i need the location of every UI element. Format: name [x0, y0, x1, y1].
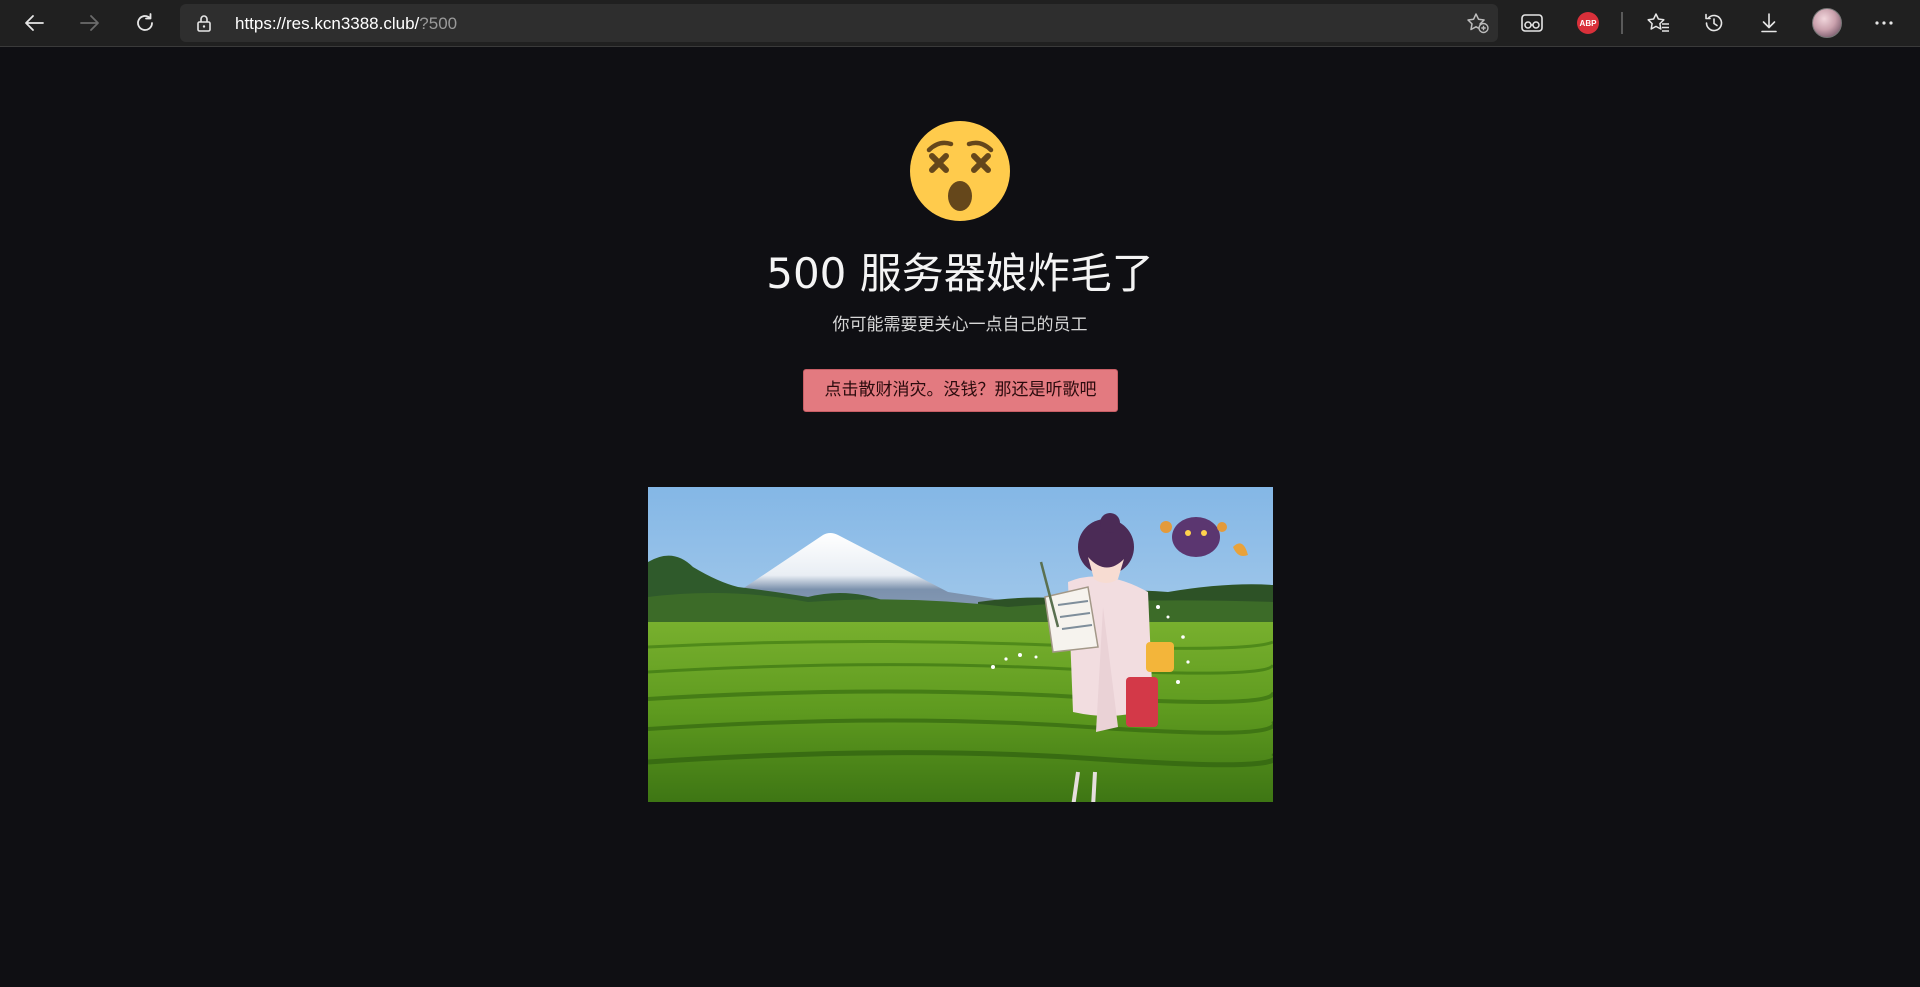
- address-bar[interactable]: https://res.kcn3388.club/?500: [180, 4, 1498, 42]
- url-text[interactable]: https://res.kcn3388.club/?500: [235, 14, 457, 33]
- profile-button[interactable]: [1809, 5, 1845, 41]
- profile-avatar: [1812, 8, 1842, 38]
- donate-music-button[interactable]: 点击散财消灾。没钱？那还是听歌吧: [803, 369, 1118, 412]
- error-subtitle: 你可能需要更关心一点自己的员工: [832, 315, 1088, 335]
- favorites-icon: [1647, 13, 1669, 32]
- favorites-button[interactable]: [1641, 5, 1677, 41]
- dizzy-face-icon: [909, 120, 1011, 226]
- back-icon: [25, 15, 44, 31]
- error-illustration: [648, 487, 1273, 802]
- url-host: https://res.kcn3388.club/: [235, 14, 420, 33]
- adblock-icon: ABP: [1577, 12, 1599, 34]
- lock-icon[interactable]: [196, 14, 212, 32]
- download-icon: [1761, 13, 1777, 33]
- forward-icon: [80, 15, 99, 31]
- immersive-reader-button[interactable]: [1514, 5, 1550, 41]
- browser-toolbar: https://res.kcn3388.club/?500 ABP: [0, 0, 1920, 47]
- more-icon: [1875, 21, 1893, 25]
- add-favorite-icon: [1467, 13, 1489, 34]
- immersive-reader-icon: [1521, 14, 1543, 32]
- back-button[interactable]: [17, 5, 53, 41]
- toolbar-divider: [1621, 12, 1623, 34]
- refresh-button[interactable]: [127, 5, 163, 41]
- error-title: 500 服务器娘炸毛了: [766, 249, 1154, 298]
- history-icon: [1705, 13, 1723, 32]
- add-favorite-button[interactable]: [1466, 12, 1490, 38]
- downloads-button[interactable]: [1751, 5, 1787, 41]
- refresh-icon: [137, 13, 153, 31]
- forward-button[interactable]: [71, 5, 107, 41]
- url-path: ?500: [419, 14, 458, 33]
- history-button[interactable]: [1696, 5, 1732, 41]
- adblock-button[interactable]: ABP: [1570, 5, 1606, 41]
- more-button[interactable]: [1866, 5, 1902, 41]
